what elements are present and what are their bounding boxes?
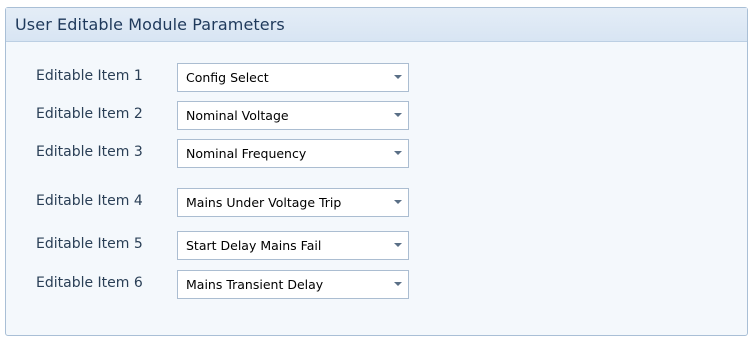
editable-item-label-4: Editable Item 4: [36, 193, 143, 209]
editable-item-select-6[interactable]: Mains Transient Delay: [177, 270, 409, 299]
chevron-down-icon: [394, 75, 402, 79]
chevron-down-icon: [394, 151, 402, 155]
editable-item-select-4[interactable]: Mains Under Voltage Trip: [177, 188, 409, 217]
editable-item-row-3: Editable Item 3 Nominal Frequency: [6, 137, 747, 168]
select-value: Config Select: [186, 70, 269, 85]
editable-item-label-1: Editable Item 1: [36, 68, 143, 84]
editable-item-select-3[interactable]: Nominal Frequency: [177, 139, 409, 168]
editable-item-row-5: Editable Item 5 Start Delay Mains Fail: [6, 229, 747, 260]
chevron-down-icon: [394, 282, 402, 286]
editable-item-select-5[interactable]: Start Delay Mains Fail: [177, 231, 409, 260]
editable-item-label-3: Editable Item 3: [36, 144, 143, 160]
panel-title: User Editable Module Parameters: [6, 8, 747, 42]
select-value: Mains Transient Delay: [186, 277, 324, 292]
editable-item-label-6: Editable Item 6: [36, 275, 143, 291]
chevron-down-icon: [394, 243, 402, 247]
editable-item-label-5: Editable Item 5: [36, 236, 143, 252]
editable-item-label-2: Editable Item 2: [36, 106, 143, 122]
editable-item-select-1[interactable]: Config Select: [177, 63, 409, 92]
select-value: Nominal Frequency: [186, 146, 307, 161]
chevron-down-icon: [394, 200, 402, 204]
select-value: Nominal Voltage: [186, 108, 289, 123]
select-value: Start Delay Mains Fail: [186, 238, 322, 253]
editable-item-row-2: Editable Item 2 Nominal Voltage: [6, 99, 747, 130]
editable-item-row-6: Editable Item 6 Mains Transient Delay: [6, 268, 747, 299]
editable-item-row-4: Editable Item 4 Mains Under Voltage Trip: [6, 186, 747, 217]
editable-item-row-1: Editable Item 1 Config Select: [6, 61, 747, 92]
editable-item-select-2[interactable]: Nominal Voltage: [177, 101, 409, 130]
module-parameters-panel: User Editable Module Parameters Editable…: [5, 7, 748, 336]
select-value: Mains Under Voltage Trip: [186, 195, 342, 210]
chevron-down-icon: [394, 113, 402, 117]
